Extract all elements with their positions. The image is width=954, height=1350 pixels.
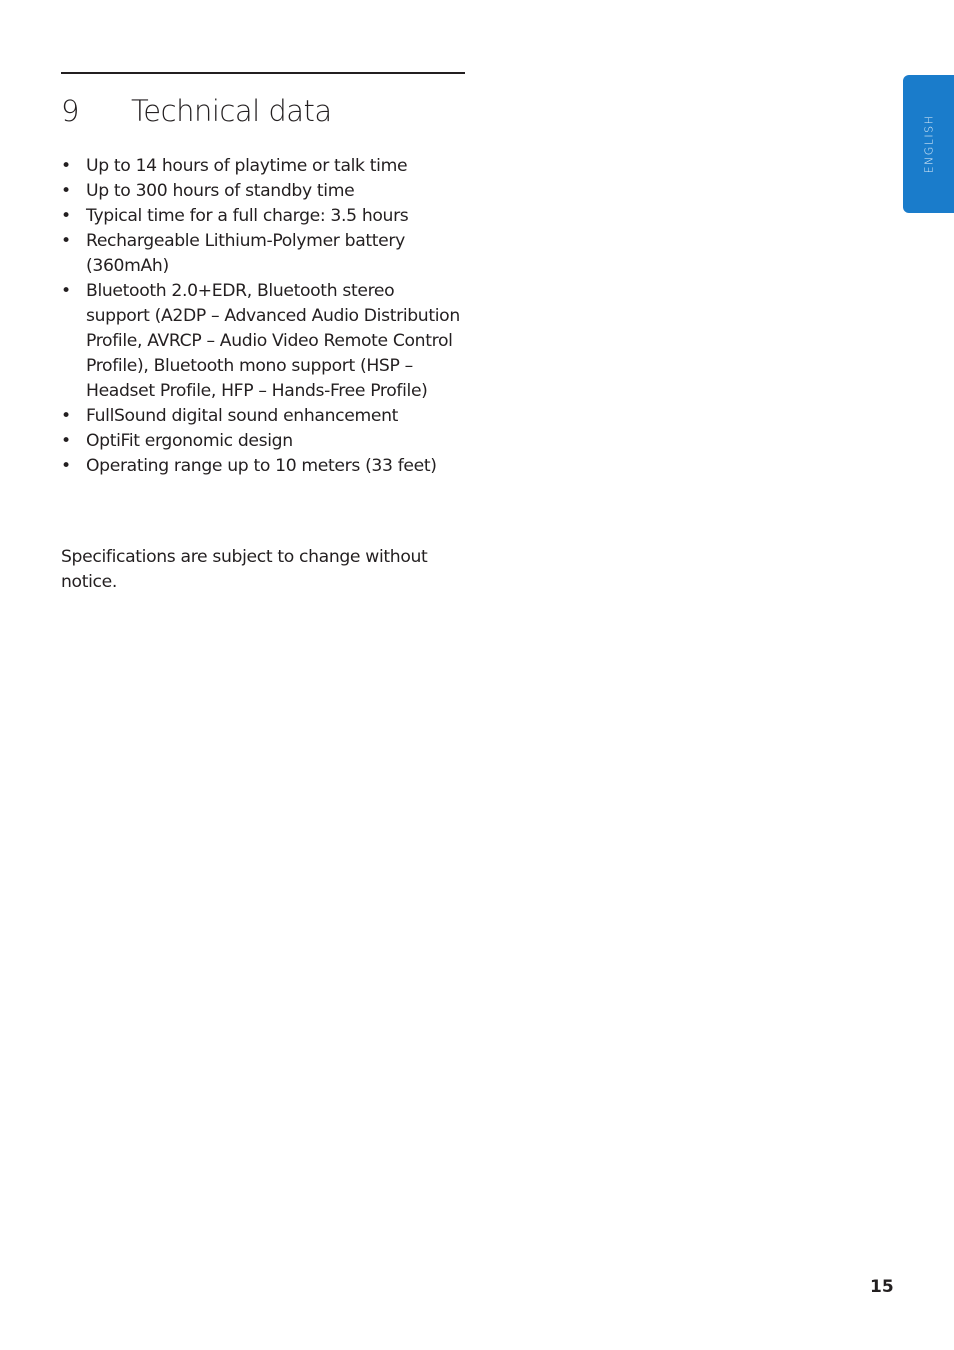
spec-item: • Bluetooth 2.0+EDR, Bluetooth stereo sup… bbox=[61, 279, 461, 404]
bullet-icon: • bbox=[61, 206, 71, 226]
spec-text: Bluetooth 2.0+EDR, Bluetooth stereo supp… bbox=[86, 281, 460, 401]
bullet-icon: • bbox=[61, 456, 71, 476]
section-divider-rule bbox=[61, 72, 465, 74]
language-tab: ENGLISH bbox=[903, 75, 954, 213]
spec-item: • Rechargeable Lithium-Polymer battery (3… bbox=[61, 229, 461, 279]
bullet-icon: • bbox=[61, 406, 71, 426]
section-number: 9 bbox=[61, 94, 79, 128]
spec-item: • FullSound digital sound enhancement bbox=[61, 404, 461, 429]
spec-item: • Up to 14 hours of playtime or talk time bbox=[61, 154, 461, 179]
bullet-icon: • bbox=[61, 431, 71, 451]
specifications-note: Specifications are subject to change wit… bbox=[61, 547, 428, 593]
section-title: Technical data bbox=[131, 94, 332, 128]
bullet-icon: • bbox=[61, 181, 71, 201]
spec-text: Up to 14 hours of playtime or talk time bbox=[86, 156, 408, 176]
spec-text: FullSound digital sound enhancement bbox=[86, 406, 398, 426]
technical-specs-list: • Up to 14 hours of playtime or talk time… bbox=[61, 154, 461, 479]
spec-text: Typical time for a full charge: 3.5 hour… bbox=[86, 206, 409, 226]
bullet-icon: • bbox=[61, 156, 71, 176]
spec-item: • Up to 300 hours of standby time bbox=[61, 179, 461, 204]
spec-text: Operating range up to 10 meters (33 feet… bbox=[86, 456, 437, 476]
spec-text: Rechargeable Lithium-Polymer battery (36… bbox=[86, 231, 405, 276]
bullet-icon: • bbox=[61, 231, 71, 251]
spec-text: Up to 300 hours of standby time bbox=[86, 181, 355, 201]
spec-item: • OptiFit ergonomic design bbox=[61, 429, 461, 454]
section-heading: 9 Technical data bbox=[61, 94, 332, 128]
language-tab-label: ENGLISH bbox=[922, 114, 935, 174]
spec-item: • Operating range up to 10 meters (33 fee… bbox=[61, 454, 461, 479]
bullet-icon: • bbox=[61, 281, 71, 301]
spec-item: • Typical time for a full charge: 3.5 hou… bbox=[61, 204, 461, 229]
page-number: 15 bbox=[870, 1277, 894, 1297]
spec-text: OptiFit ergonomic design bbox=[86, 431, 293, 451]
